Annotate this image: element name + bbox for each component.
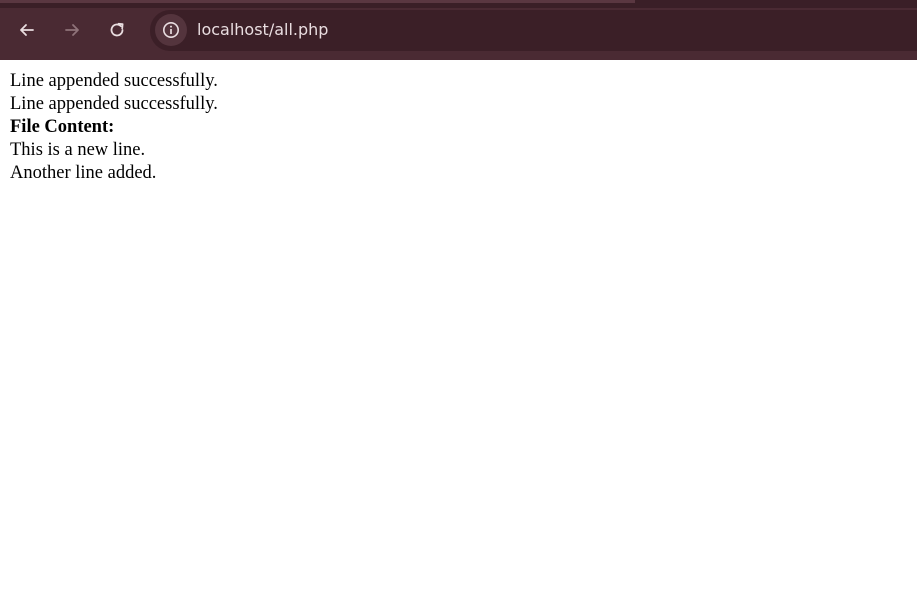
info-icon bbox=[163, 22, 179, 38]
address-bar[interactable]: localhost/all.php bbox=[150, 10, 917, 51]
forward-button[interactable] bbox=[56, 14, 88, 46]
file-line: Another line added. bbox=[10, 163, 157, 183]
back-button[interactable] bbox=[11, 14, 43, 46]
site-info-button[interactable] bbox=[155, 14, 187, 46]
file-content-heading: File Content: bbox=[10, 117, 115, 137]
browser-toolbar: localhost/all.php bbox=[0, 0, 917, 60]
forward-arrow-icon bbox=[65, 24, 79, 36]
reload-button[interactable] bbox=[101, 14, 133, 46]
page-content: Line appended successfully. Line appende… bbox=[10, 70, 218, 185]
url-text[interactable]: localhost/all.php bbox=[197, 20, 328, 40]
file-line: This is a new line. bbox=[10, 140, 146, 160]
reload-icon bbox=[110, 22, 124, 37]
active-tab-edge[interactable] bbox=[0, 0, 635, 3]
status-message: Line appended successfully. bbox=[10, 71, 218, 91]
tab-strip bbox=[0, 0, 917, 8]
status-message: Line appended successfully. bbox=[10, 94, 218, 114]
back-arrow-icon bbox=[20, 24, 34, 36]
